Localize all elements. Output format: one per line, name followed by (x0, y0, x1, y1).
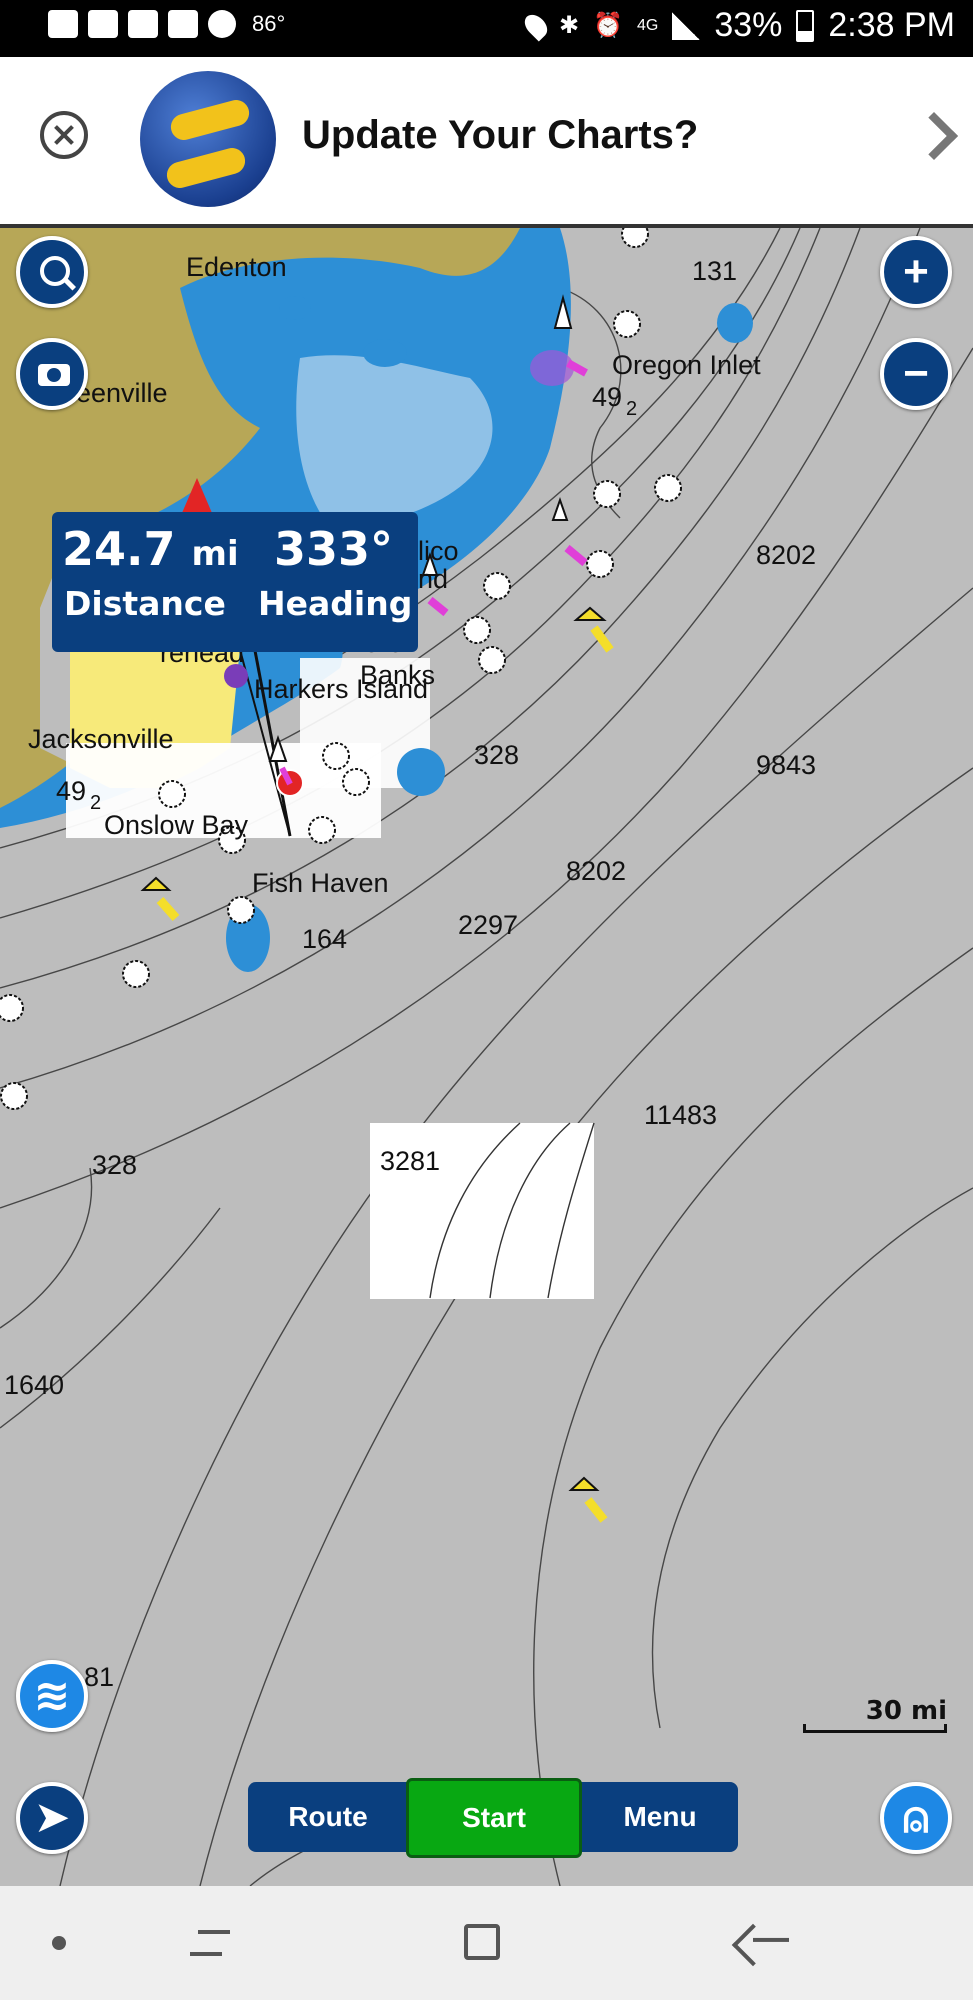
account-icon (208, 10, 236, 38)
measure-readout: 24.7 mi Distance 333° Heading (52, 512, 418, 652)
place-label: eenville (76, 378, 168, 408)
chevron-right-icon[interactable] (909, 111, 959, 161)
twitter-icon (128, 10, 158, 38)
depth-label: 49 (56, 776, 87, 806)
depth-label: 164 (302, 924, 348, 954)
place-label: Oregon Inlet (612, 350, 761, 380)
search-icon (40, 256, 70, 286)
layers-button[interactable]: ≋ (16, 1660, 88, 1732)
depth-label: 131 (692, 256, 738, 286)
bottom-toolbar: Route Start Menu (248, 1778, 738, 1858)
alarm-icon: ⏰ (593, 12, 623, 39)
place-label: Jacksonville (28, 724, 174, 754)
distance-unit: mi (191, 534, 239, 574)
battery-icon (796, 9, 815, 42)
depth-label: 2297 (458, 910, 519, 940)
scale-bar (803, 1724, 947, 1733)
screenshot-button[interactable] (16, 338, 88, 410)
place-label: lico (418, 536, 459, 566)
depth-label: 1640 (4, 1370, 65, 1400)
place-label: Onslow Bay (104, 810, 249, 840)
update-globe-icon (140, 71, 276, 207)
plus-icon: + (903, 247, 929, 296)
zoom-in-button[interactable]: + (880, 236, 952, 308)
menu-button[interactable]: Menu (582, 1782, 738, 1852)
signal-icon (672, 11, 701, 40)
blue-hole (717, 303, 753, 343)
depth-label: 81 (84, 1662, 115, 1692)
profile-button[interactable]: ⍝ (880, 1782, 952, 1854)
map-canvas (0, 228, 973, 1886)
bluetooth-icon: ✱ (558, 12, 580, 39)
network-type: 4G (636, 16, 659, 34)
zoom-out-button[interactable]: − (880, 338, 952, 410)
depth-label: 328 (92, 1150, 138, 1180)
depth-label: 49 (592, 382, 623, 412)
depth-label: 8202 (566, 856, 627, 886)
depth-label: 3281 (380, 1146, 441, 1176)
depth-label: 11483 (644, 1100, 718, 1130)
navigation-arrow-icon: ➤ (33, 1793, 71, 1842)
search-button[interactable] (16, 236, 88, 308)
place-label: nd (418, 564, 449, 594)
battery-percent: 33% (714, 6, 783, 44)
nav-dot-icon[interactable] (52, 1936, 66, 1950)
route-button[interactable]: Route (248, 1782, 408, 1852)
depth-label: 8202 (756, 540, 817, 570)
start-button[interactable]: Start (406, 1778, 582, 1858)
banner-title: Update Your Charts? (302, 113, 699, 157)
scale-label: 30 mi (865, 1696, 947, 1726)
outlook-icon (48, 10, 78, 38)
minus-icon: − (903, 349, 929, 398)
camera-icon (38, 364, 70, 386)
place-label: Edenton (186, 252, 287, 282)
user-icon: ⍝ (902, 1793, 930, 1842)
clock: 2:38 PM (828, 6, 955, 44)
distance-label: Distance (64, 584, 226, 623)
place-label: Fish Haven (252, 868, 389, 898)
recenter-button[interactable]: ➤ (16, 1782, 88, 1854)
outlook-icon (88, 10, 118, 38)
distance-value: 24.7 (62, 522, 176, 576)
depth-subscript: 2 (626, 398, 638, 420)
depth-label: 328 (474, 740, 520, 770)
close-icon[interactable] (40, 111, 88, 159)
gallery-icon (168, 10, 198, 38)
heading-label: Heading (258, 584, 413, 623)
home-icon[interactable] (464, 1924, 500, 1960)
back-icon[interactable] (731, 1923, 775, 1967)
system-nav-bar (0, 1886, 973, 2000)
temperature: 86° (252, 11, 286, 36)
status-bar: 86° ✱ ⏰ 4G 33% 2:38 PM (0, 0, 973, 57)
place-label: Banks (360, 660, 436, 690)
recents-icon[interactable] (190, 1926, 230, 1958)
heading-value: 333° (274, 522, 394, 576)
location-icon (520, 9, 552, 42)
update-charts-banner[interactable]: Update Your Charts? (0, 57, 973, 228)
depth-subscript: 2 (90, 792, 102, 814)
depth-label: 9843 (756, 750, 817, 780)
chart-map[interactable]: Edenton eenville Oregon Inlet Jacksonvil… (0, 228, 973, 1886)
layers-icon: ≋ (33, 1671, 71, 1720)
